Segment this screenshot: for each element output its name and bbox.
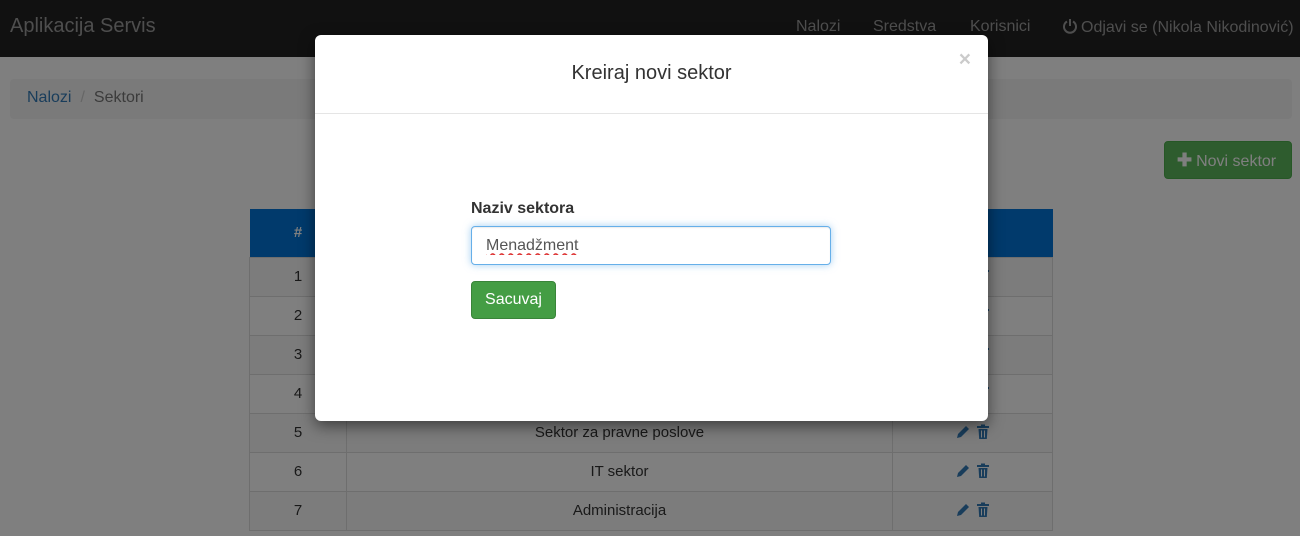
close-icon[interactable]: × xyxy=(959,48,971,72)
modal-header: Kreiraj novi sektor × xyxy=(315,35,988,114)
sector-name-label: Naziv sektora xyxy=(471,200,575,217)
save-button[interactable]: Sacuvaj xyxy=(471,281,556,319)
create-sector-modal: Kreiraj novi sektor × Naziv sektora Sacu… xyxy=(315,35,988,421)
sector-name-input[interactable] xyxy=(471,226,831,265)
modal-title: Kreiraj novi sektor xyxy=(571,62,732,84)
